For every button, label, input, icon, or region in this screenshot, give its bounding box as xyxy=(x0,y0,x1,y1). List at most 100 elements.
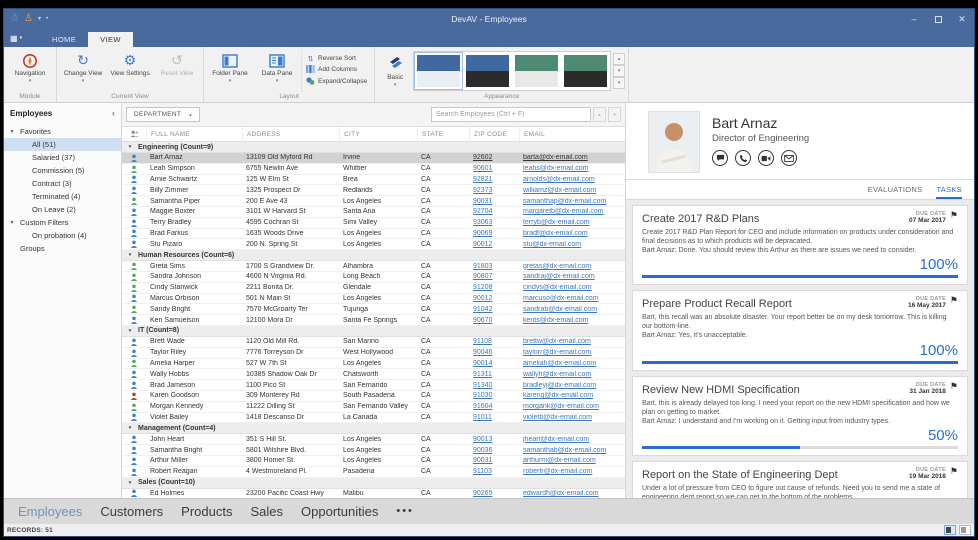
app-menu-button[interactable]: ▦ ▾ xyxy=(10,31,32,45)
zip-link[interactable]: 90036 xyxy=(473,447,492,454)
nav-item-employees[interactable]: Employees xyxy=(18,504,82,519)
gallery-expand-button[interactable]: ▾ xyxy=(613,76,626,89)
zip-link[interactable]: 91042 xyxy=(473,306,492,313)
email-link[interactable]: kareng@dx-email.com xyxy=(523,392,593,399)
table-row[interactable]: Cindy Stanwick 2211 Bonita Dr. Glendale CA 9… xyxy=(122,282,625,294)
email-link[interactable]: terryb@dx-email.com xyxy=(523,219,590,226)
table-row[interactable]: Morgan Kennedy 11222 Dilling St San Fernan… xyxy=(122,401,625,413)
zip-link[interactable]: 90013 xyxy=(473,436,492,443)
add-columns-button[interactable]: Add Columns xyxy=(306,64,367,75)
email-link[interactable]: samanthap@dx-email.com xyxy=(523,198,606,205)
zip-link[interactable]: 92373 xyxy=(473,187,492,194)
tree-item-salaried[interactable]: Salaried (37) xyxy=(4,151,121,164)
email-link[interactable]: barta@dx-email.com xyxy=(523,154,588,161)
change-view-button[interactable]: ↻ Change View ▾ xyxy=(60,49,106,92)
theme-swatch-2[interactable] xyxy=(464,52,512,89)
zip-link[interactable]: 91604 xyxy=(473,403,492,410)
reset-view-button[interactable]: ↺ Reset View xyxy=(154,49,200,92)
table-row[interactable]: Maggie Boxter 3101 W Harvard St Santa Ana C… xyxy=(122,206,625,218)
tab-evaluations[interactable]: EVALUATIONS xyxy=(868,185,923,199)
tab-home[interactable]: HOME xyxy=(40,32,88,47)
app-logo-icon[interactable]: ☃ xyxy=(10,14,19,24)
tree-item-on[interactable]: On probation (4) xyxy=(4,229,121,242)
nav-item-opportunities[interactable]: Opportunities xyxy=(301,504,378,519)
search-next-button[interactable]: ▾ xyxy=(608,107,621,122)
tree-section-favorites[interactable]: ▾ Favorites xyxy=(4,125,121,138)
nav-more-button[interactable]: ••• xyxy=(396,505,414,517)
qat-dropdown-icon[interactable]: ▾ xyxy=(38,14,41,24)
email-link[interactable]: gretas@dx-email.com xyxy=(523,263,591,270)
email-link[interactable]: bradleyj@dx-email.com xyxy=(523,382,596,389)
tree-item-all[interactable]: All (51) xyxy=(4,138,121,151)
theme-swatch-1[interactable] xyxy=(414,51,464,90)
email-link[interactable]: brettw@dx-email.com xyxy=(523,338,591,345)
column-header-city[interactable]: CITY xyxy=(339,127,417,141)
email-link[interactable]: edwardh@dx-email.com xyxy=(523,490,599,497)
table-row[interactable]: Greta Sims 1700 S Grandview Dr. Alhambra CA… xyxy=(122,261,625,272)
table-row[interactable]: Ken Samuelson 12100 Mora Dr Santa Fe Sprin… xyxy=(122,315,625,326)
gallery-down-button[interactable]: ▾ xyxy=(613,64,626,77)
gallery-up-button[interactable]: ▴ xyxy=(613,52,626,65)
data-pane-button[interactable]: Data Pane ▾ xyxy=(254,49,300,92)
table-row[interactable]: John Heart 351 S Hill St. Los Angeles CA 900… xyxy=(122,434,625,446)
table-row[interactable]: Billy Zimmer 1325 Prospect Dr Redlands CA 92… xyxy=(122,185,625,197)
email-link[interactable]: morgank@dx-email.com xyxy=(523,403,599,410)
tab-tasks[interactable]: TASKS xyxy=(936,185,962,199)
call-button[interactable] xyxy=(735,150,751,166)
theme-swatch-4[interactable] xyxy=(562,52,610,89)
tree-item-terminated[interactable]: Terminated (4) xyxy=(4,190,121,203)
close-button[interactable]: ✕ xyxy=(950,10,974,28)
tree-section-custom-filters[interactable]: ▾ Custom Filters xyxy=(4,216,121,229)
user-quick-icon[interactable]: ♙ xyxy=(24,14,33,24)
nav-item-sales[interactable]: Sales xyxy=(250,504,283,519)
zip-link[interactable]: 90601 xyxy=(473,165,492,172)
flag-icon[interactable]: ⚑ xyxy=(950,211,958,220)
chat-button[interactable] xyxy=(712,150,728,166)
group-row[interactable]: ▾ Human Resources (Count=6) xyxy=(122,250,625,262)
zip-link[interactable]: 93063 xyxy=(473,219,492,226)
video-button[interactable] xyxy=(758,150,774,166)
table-row[interactable]: Ed Holmes 23200 Pacific Coast Hwy Malibu CA… xyxy=(122,488,625,498)
task-card[interactable]: Review New HDMI Specification DUE DATE 31 … xyxy=(632,375,968,456)
zip-link[interactable]: 91030 xyxy=(473,392,492,399)
search-input[interactable] xyxy=(431,107,591,122)
email-link[interactable]: cindys@dx-email.com xyxy=(523,284,592,291)
table-row[interactable]: Terry Bradley 4595 Cochran St Simi Valley C… xyxy=(122,217,625,229)
column-header-email[interactable]: EMAIL xyxy=(519,127,625,141)
zip-link[interactable]: 91208 xyxy=(473,284,492,291)
table-row[interactable]: Violet Bailey 1418 Descanso Dr La Canada CA… xyxy=(122,412,625,424)
zip-link[interactable]: 90670 xyxy=(473,317,492,324)
theme-swatch-3[interactable] xyxy=(513,52,561,89)
table-row[interactable]: Taylor Riley 7776 Torreyson Dr West Hollyw… xyxy=(122,347,625,359)
email-link[interactable]: williamz@dx-email.com xyxy=(523,187,596,194)
zip-link[interactable]: 92821 xyxy=(473,176,492,183)
zip-link[interactable]: 90046 xyxy=(473,349,492,356)
nav-item-products[interactable]: Products xyxy=(181,504,232,519)
task-card[interactable]: Report on the State of Engineering Dept D… xyxy=(632,460,968,498)
nav-item-customers[interactable]: Customers xyxy=(100,504,163,519)
column-header-state[interactable]: STATE xyxy=(417,127,469,141)
basic-appearance-button[interactable]: Basic ▾ xyxy=(378,53,412,88)
zip-link[interactable]: 92602 xyxy=(473,154,492,161)
zip-link[interactable]: 90807 xyxy=(473,273,492,280)
tree-item-commission[interactable]: Commission (5) xyxy=(4,164,121,177)
zip-link[interactable]: 90012 xyxy=(473,241,492,248)
email-link[interactable]: arthurm@dx-email.com xyxy=(523,457,596,464)
column-header-full-name[interactable]: FULL NAME xyxy=(146,127,242,141)
view-settings-button[interactable]: ⚙ View Settings xyxy=(107,49,153,92)
flag-icon[interactable]: ⚑ xyxy=(950,381,958,391)
email-link[interactable]: wallyh@dx-email.com xyxy=(523,371,591,378)
table-row[interactable]: Arthur Miller 3800 Homer St. Los Angeles CA… xyxy=(122,455,625,467)
zip-link[interactable]: 90031 xyxy=(473,198,492,205)
search-prev-button[interactable]: ▴ xyxy=(593,107,606,122)
group-row[interactable]: ▾ Management (Count=4) xyxy=(122,423,625,435)
table-row[interactable]: Stu Pizaro 200 N. Spring St Los Angeles CA 9… xyxy=(122,239,625,251)
navigation-button[interactable]: Navigation ▾ xyxy=(7,49,53,92)
zip-link[interactable]: 90031 xyxy=(473,457,492,464)
collapse-pane-icon[interactable]: ‹ xyxy=(112,108,115,118)
zip-link[interactable]: 91011 xyxy=(473,414,492,421)
table-row[interactable]: Karen Goodson 309 Monterey Rd South Pasade… xyxy=(122,390,625,402)
email-link[interactable]: sandraj@dx-email.com xyxy=(523,273,595,280)
column-header-address[interactable]: ADDRESS xyxy=(242,127,339,141)
group-by-department-button[interactable]: DEPARTMENT ▴ xyxy=(126,107,200,122)
